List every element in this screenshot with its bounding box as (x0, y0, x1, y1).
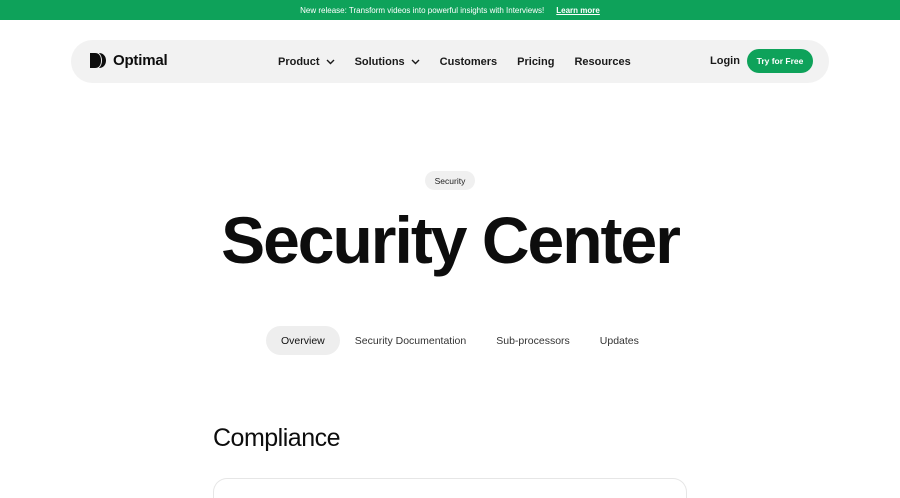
compliance-heading: Compliance (213, 424, 341, 452)
optimal-logo-icon (90, 53, 106, 68)
announcement-text: New release: Transform videos into power… (300, 5, 545, 15)
section-badge: Security (425, 171, 475, 190)
menu-item-solutions[interactable]: Solutions (355, 56, 420, 68)
chevron-down-icon (411, 59, 420, 65)
tab-overview[interactable]: Overview (266, 326, 340, 355)
chevron-down-icon (326, 59, 335, 65)
tab-sub-processors[interactable]: Sub-processors (481, 326, 585, 355)
tab-updates[interactable]: Updates (585, 326, 654, 355)
menu-item-label: Pricing (517, 55, 555, 68)
try-for-free-button[interactable]: Try for Free (747, 49, 813, 73)
menu-item-product[interactable]: Product (278, 56, 335, 68)
brand-name: Optimal (113, 52, 168, 69)
menu-item-customers[interactable]: Customers (440, 56, 497, 68)
compliance-card (213, 478, 687, 498)
menu-item-label: Product (278, 55, 320, 68)
brand-logo[interactable]: Optimal (90, 52, 168, 69)
menu-item-label: Customers (439, 55, 498, 68)
menu-item-label: Resources (574, 55, 631, 68)
page-title: Security Center (221, 203, 681, 277)
tab-security-documentation[interactable]: Security Documentation (340, 326, 481, 355)
login-link[interactable]: Login (710, 55, 740, 67)
primary-menu: Product Solutions Customers Pricing Reso… (278, 40, 631, 83)
menu-item-pricing[interactable]: Pricing (517, 56, 554, 68)
main-navbar: Optimal Product Solutions Customers Pric… (71, 40, 829, 83)
learn-more-link[interactable]: Learn more (556, 6, 600, 15)
security-tabs: Overview Security Documentation Sub-proc… (266, 326, 654, 355)
announcement-bar: New release: Transform videos into power… (0, 0, 900, 20)
menu-item-label: Solutions (354, 55, 405, 68)
menu-item-resources[interactable]: Resources (574, 56, 630, 68)
